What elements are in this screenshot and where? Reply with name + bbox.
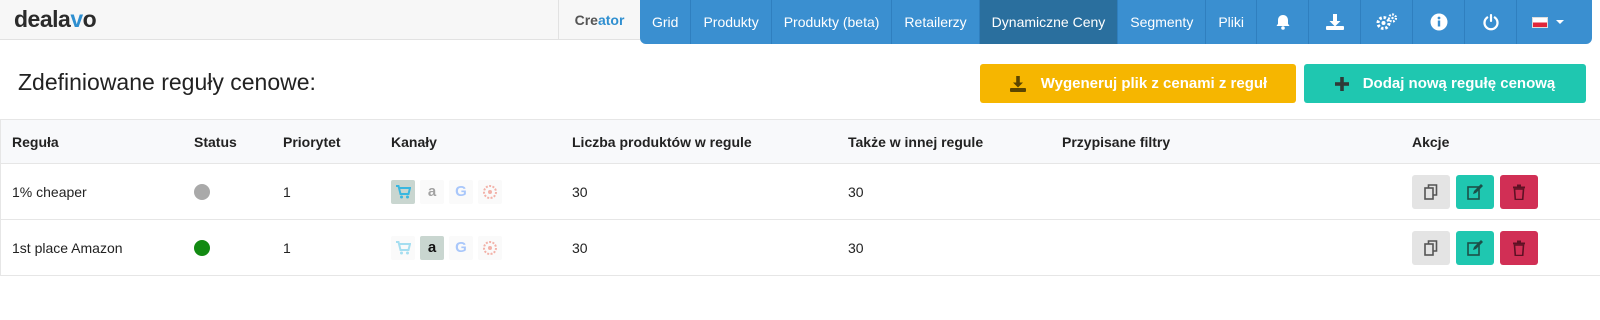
table-row: 1% cheaper 1 a G 30 30 [1, 164, 1600, 220]
nav-pliki[interactable]: Pliki [1206, 0, 1257, 44]
header-rule: Reguła [12, 133, 59, 150]
language-switcher[interactable] [1517, 0, 1579, 44]
copy-button[interactable] [1412, 230, 1450, 265]
delete-button[interactable] [1500, 230, 1538, 265]
priority: 1 [283, 183, 291, 200]
power-icon[interactable] [1465, 0, 1517, 44]
channels-cell: a G [391, 220, 502, 275]
cart-icon [391, 179, 415, 204]
table-row: 1st place Amazon 1 a G 30 30 [1, 220, 1600, 276]
nav-retailerzy[interactable]: Retailerzy [892, 0, 980, 44]
google-icon: G [449, 179, 473, 204]
edit-button[interactable] [1456, 174, 1494, 209]
add-price-rule-button[interactable]: Dodaj nową regułę cenową [1304, 64, 1586, 103]
copy-icon [1424, 239, 1438, 256]
nav-grid[interactable]: Grid [640, 0, 692, 44]
generate-button-label: Wygeneruj plik z cenami z reguł [1040, 75, 1268, 92]
status-dot [194, 183, 210, 200]
plus-icon [1334, 76, 1349, 91]
product-count: 30 [572, 183, 588, 200]
edit-icon [1467, 183, 1483, 200]
settings-icon[interactable] [1361, 0, 1413, 44]
trash-icon [1513, 240, 1525, 256]
chevron-down-icon [1556, 20, 1564, 24]
generate-prices-file-button[interactable]: Wygeneruj plik z cenami z reguł [980, 64, 1296, 103]
actions-cell [1412, 164, 1538, 219]
also-in-other-rule: 30 [848, 183, 864, 200]
logo-area: dealavo [0, 0, 558, 40]
poland-flag-icon [1532, 16, 1548, 28]
status-cell [194, 220, 210, 275]
nav-produkty-beta[interactable]: Produkty (beta) [772, 0, 893, 44]
header-actions: Akcje [1412, 133, 1450, 150]
header-product-count: Liczba produktów w regule [572, 133, 752, 150]
info-icon[interactable] [1413, 0, 1465, 44]
nav-produkty[interactable]: Produkty [691, 0, 772, 44]
header-channels: Kanały [391, 133, 437, 150]
top-bar: dealavo Creator Grid Produkty Produkty (… [0, 0, 1600, 44]
copy-button[interactable] [1412, 174, 1450, 209]
ceneo-icon [478, 235, 502, 260]
product-count: 30 [572, 239, 588, 256]
also-in-other-rule: 30 [848, 239, 864, 256]
header-priority: Priorytet [283, 133, 341, 150]
creator-link[interactable]: Creator [558, 0, 640, 40]
amazon-icon: a [420, 179, 444, 204]
ceneo-icon [478, 179, 502, 204]
google-icon: G [449, 235, 473, 260]
channels-cell: a G [391, 164, 502, 219]
priority: 1 [283, 239, 291, 256]
trash-icon [1513, 184, 1525, 200]
amazon-icon: a [420, 235, 444, 260]
page-title: Zdefiniowane reguły cenowe: [18, 69, 316, 95]
rule-name: 1st place Amazon [12, 239, 123, 256]
main-nav: Grid Produkty Produkty (beta) Retailerzy… [640, 0, 1592, 44]
status-cell [194, 164, 210, 219]
header-also-in-other-rule: Także w innej regule [848, 133, 984, 150]
edit-icon [1467, 239, 1483, 256]
status-dot [194, 239, 210, 256]
add-button-label: Dodaj nową regułę cenową [1362, 75, 1556, 92]
rules-table: Reguła Status Priorytet Kanały Liczba pr… [0, 119, 1600, 276]
table-header-row: Reguła Status Priorytet Kanały Liczba pr… [1, 120, 1600, 164]
header-assigned-filters: Przypisane filtry [1062, 133, 1171, 150]
dealavo-logo[interactable]: dealavo [14, 6, 97, 33]
bell-icon[interactable] [1257, 0, 1309, 44]
rule-name: 1% cheaper [12, 183, 87, 200]
edit-button[interactable] [1456, 230, 1494, 265]
header-status: Status [194, 133, 237, 150]
download-icon[interactable] [1309, 0, 1361, 44]
download-icon [1009, 75, 1026, 92]
nav-segmenty[interactable]: Segmenty [1118, 0, 1207, 44]
copy-icon [1424, 183, 1438, 200]
delete-button[interactable] [1500, 174, 1538, 209]
nav-dynamiczne-ceny[interactable]: Dynamiczne Ceny [979, 0, 1119, 44]
actions-cell [1412, 220, 1538, 275]
cart-icon [391, 235, 415, 260]
